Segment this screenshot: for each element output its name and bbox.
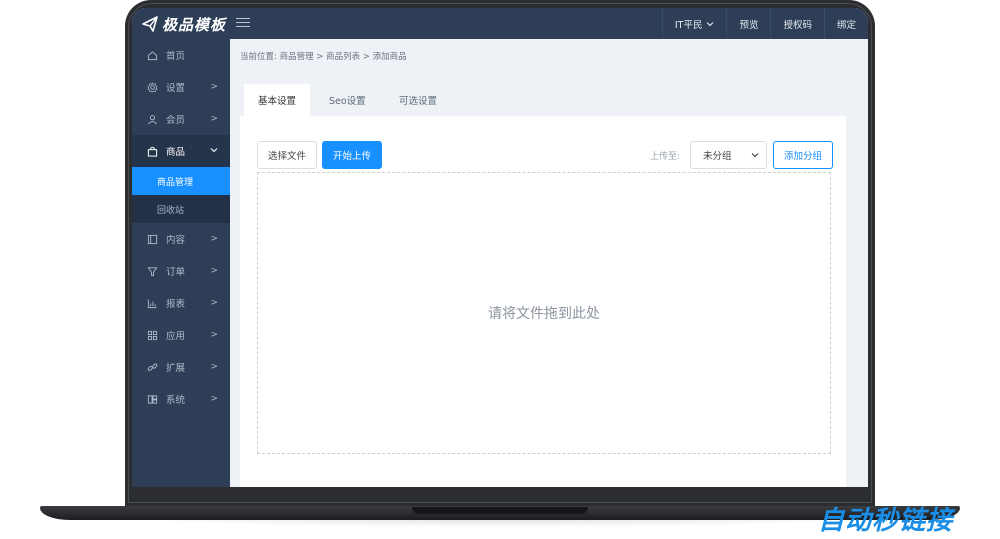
gear-icon — [146, 81, 158, 93]
sidebar-item-members[interactable]: 会员 > — [132, 103, 230, 135]
chevron-right-icon: > — [210, 266, 218, 276]
sidebar-item-extensions[interactable]: 扩展 > — [132, 351, 230, 383]
sidebar-item-products[interactable]: 商品 — [132, 135, 230, 167]
app-screen: 极品模板 IT平民 预览 授权码 绑定 首页 设置 > 会员 > 商品 商品管理… — [132, 8, 868, 487]
sidebar-item-home[interactable]: 首页 — [132, 39, 230, 71]
sidebar-item-label: 设置 — [166, 83, 186, 94]
add-group-button[interactable]: 添加分组 — [773, 141, 834, 169]
chevron-down-icon — [751, 153, 759, 158]
user-icon — [146, 113, 158, 125]
chevron-right-icon: > — [210, 114, 218, 124]
preview-button[interactable]: 预览 — [726, 8, 770, 39]
chevron-right-icon: > — [210, 394, 218, 404]
document-icon — [146, 233, 158, 245]
sidebar-item-settings[interactable]: 设置 > — [132, 71, 230, 103]
sidebar-item-label: 内容 — [166, 235, 186, 246]
bag-icon — [146, 145, 158, 157]
sidebar-item-label: 系统 — [166, 395, 186, 406]
tab-optional-settings[interactable]: 可选设置 — [385, 84, 451, 116]
dropzone-text: 请将文件拖到此处 — [488, 306, 600, 322]
file-dropzone[interactable]: 请将文件拖到此处 — [257, 172, 831, 454]
breadcrumb: 当前位置: 商品管理 > 商品列表 > 添加商品 — [240, 52, 407, 62]
chevron-right-icon: > — [210, 234, 218, 244]
license-code-button[interactable]: 授权码 — [770, 8, 824, 39]
modules-icon — [146, 393, 158, 405]
top-navbar: 极品模板 IT平民 预览 授权码 绑定 — [132, 8, 868, 39]
link-icon — [146, 361, 158, 373]
sidebar-subitem-product-management[interactable]: 商品管理 — [132, 167, 230, 195]
sidebar-item-system[interactable]: 系统 > — [132, 383, 230, 415]
sidebar-item-content[interactable]: 内容 > — [132, 223, 230, 255]
sidebar-item-label: 会员 — [166, 115, 186, 126]
app-logo[interactable]: 极品模板 — [142, 13, 226, 35]
chevron-down-icon — [707, 21, 714, 26]
chevron-right-icon: > — [210, 362, 218, 372]
user-name: IT平民 — [674, 19, 703, 31]
home-icon — [146, 49, 158, 61]
sidebar-item-reports[interactable]: 报表 > — [132, 287, 230, 319]
products-submenu: 商品管理 回收站 — [132, 167, 230, 223]
user-menu[interactable]: IT平民 — [661, 8, 727, 39]
sidebar-item-label: 首页 — [166, 51, 186, 62]
main-panel: 基本设置 Seo设置 可选设置 选择文件 开始上传 上传至: 未分组 添加分组 … — [240, 74, 846, 487]
grid-icon — [146, 329, 158, 341]
menu-toggle-icon[interactable] — [236, 15, 250, 31]
chevron-down-icon — [210, 146, 218, 157]
start-upload-button[interactable]: 开始上传 — [322, 141, 383, 169]
sidebar-item-apps[interactable]: 应用 > — [132, 319, 230, 351]
chevron-right-icon: > — [210, 330, 218, 340]
sidebar-item-label: 订单 — [166, 267, 186, 278]
sidebar-item-label: 应用 — [166, 331, 186, 342]
sidebar-item-orders[interactable]: 订单 > — [132, 255, 230, 287]
sidebar-item-label: 扩展 — [166, 363, 186, 374]
tab-basic-settings[interactable]: 基本设置 — [244, 84, 311, 116]
sidebar-subitem-recycle-bin[interactable]: 回收站 — [132, 195, 230, 223]
laptop-notch — [412, 507, 588, 514]
chart-icon — [146, 297, 158, 309]
sidebar-item-label: 报表 — [166, 299, 186, 310]
logo-text: 极品模板 — [162, 15, 227, 34]
upload-to-label: 上传至: — [650, 152, 681, 162]
chevron-right-icon: > — [210, 298, 218, 308]
sidebar-item-label: 商品 — [166, 147, 186, 158]
bind-button[interactable]: 绑定 — [823, 8, 868, 39]
top-right-menu: IT平民 预览 授权码 绑定 — [661, 8, 868, 39]
watermark-logo: 自动秒链接 — [818, 506, 954, 536]
chevron-right-icon: > — [210, 82, 218, 92]
choose-file-button[interactable]: 选择文件 — [257, 141, 318, 169]
tabs-bar: 基本设置 Seo设置 可选设置 — [240, 74, 846, 116]
sidebar: 首页 设置 > 会员 > 商品 商品管理 回收站 内容 > 订单 > 报表 > … — [132, 39, 230, 487]
group-select-value: 未分组 — [703, 151, 732, 162]
tab-seo-settings[interactable]: Seo设置 — [315, 84, 380, 116]
group-select[interactable]: 未分组 — [690, 141, 767, 169]
cup-icon — [146, 265, 158, 277]
paper-plane-icon — [142, 16, 158, 32]
